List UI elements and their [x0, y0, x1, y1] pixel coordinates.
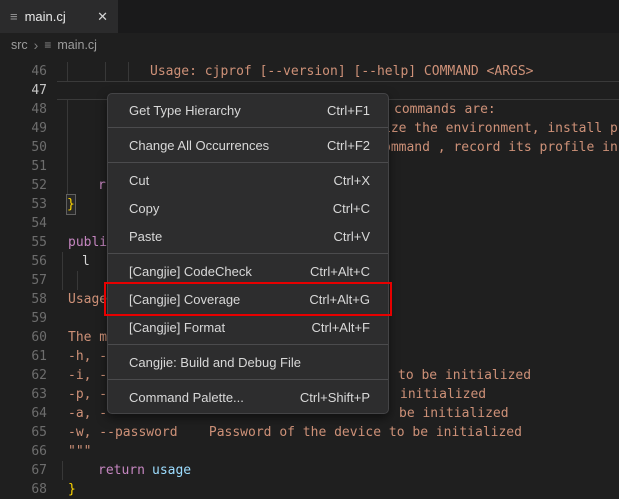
menu-item-change-all-occurrences[interactable]: Change All Occurrences Ctrl+F2 — [108, 131, 388, 159]
code-text: -w, --password Password of the device to… — [68, 423, 522, 442]
gutter-line-number: 48 — [0, 100, 47, 119]
menu-separator — [108, 344, 388, 345]
indent-guide — [67, 100, 68, 119]
gutter-line-number: 60 — [0, 328, 47, 347]
menu-item-paste[interactable]: Paste Ctrl+V — [108, 222, 388, 250]
menu-item-get-type-hierarchy[interactable]: Get Type Hierarchy Ctrl+F1 — [108, 96, 388, 124]
menu-item-label: Cangjie: Build and Debug File — [129, 355, 301, 370]
context-menu: Get Type Hierarchy Ctrl+F1 Change All Occu… — [107, 93, 389, 414]
indent-guide — [67, 138, 68, 157]
gutter-line-number: 54 — [0, 214, 47, 233]
code-text: be initialized — [399, 404, 509, 423]
gutter-line-number: 59 — [0, 309, 47, 328]
indent-guide — [67, 119, 68, 138]
menu-item-label: [Cangjie] Coverage — [129, 292, 240, 307]
gutter-line-number: 55 — [0, 233, 47, 252]
code-text: The m — [68, 328, 107, 347]
menu-item-cangjie-format[interactable]: [Cangjie] Format Ctrl+Alt+F — [108, 313, 388, 341]
menu-item-label: [Cangjie] CodeCheck — [129, 264, 252, 279]
vscode-window: ≡ main.cj ✕ src › ≡ main.cj 46Usage: cjp… — [0, 0, 619, 490]
menu-item-shortcut: Ctrl+C — [333, 201, 370, 216]
indent-guide — [62, 271, 63, 290]
gutter-line-number: 64 — [0, 404, 47, 423]
menu-item-shortcut: Ctrl+Alt+G — [309, 292, 370, 307]
gutter-line-number: 56 — [0, 252, 47, 271]
gutter-line-number: 52 — [0, 176, 47, 195]
gutter-line-number: 58 — [0, 290, 47, 309]
menu-separator — [108, 379, 388, 380]
menu-item-cangjie-codecheck[interactable]: [Cangjie] CodeCheck Ctrl+Alt+C — [108, 257, 388, 285]
code-text: initialized — [400, 385, 486, 404]
code-text: -a, - — [68, 404, 107, 423]
code-text: ommand , record its profile in — [383, 138, 618, 157]
menu-item-command-palette[interactable]: Command Palette... Ctrl+Shift+P — [108, 383, 388, 411]
gutter-line-number: 65 — [0, 423, 47, 442]
code-text: return — [98, 461, 145, 480]
code-text: } — [67, 195, 75, 214]
gutter-line-number: 66 — [0, 442, 47, 461]
gutter-line-number: 51 — [0, 157, 47, 176]
gutter-line-number: 62 — [0, 366, 47, 385]
menu-item-label: Cut — [129, 173, 149, 188]
gutter-line-number: 53 — [0, 195, 47, 214]
menu-separator — [108, 162, 388, 163]
code-text: commands are: — [394, 100, 496, 119]
menu-item-cangjie-build-and-debug-file[interactable]: Cangjie: Build and Debug File — [108, 348, 388, 376]
menu-separator — [108, 253, 388, 254]
code-text: r — [98, 176, 106, 195]
menu-item-label: Get Type Hierarchy — [129, 103, 241, 118]
indent-guide — [67, 62, 68, 81]
indent-guide — [62, 461, 63, 480]
menu-item-shortcut: Ctrl+V — [334, 229, 370, 244]
gutter-line-number: 63 — [0, 385, 47, 404]
indent-guide — [105, 62, 106, 81]
menu-item-shortcut: Ctrl+Alt+F — [311, 320, 370, 335]
indent-guide — [67, 157, 68, 176]
menu-item-shortcut: Ctrl+Alt+C — [310, 264, 370, 279]
menu-item-cut[interactable]: Cut Ctrl+X — [108, 166, 388, 194]
menu-item-shortcut: Ctrl+F2 — [327, 138, 370, 153]
gutter-line-number: 49 — [0, 119, 47, 138]
menu-item-label: [Cangjie] Format — [129, 320, 225, 335]
code-text: Usage: cjprof [--version] [--help] COMMA… — [150, 62, 534, 81]
gutter-line-number: 57 — [0, 271, 47, 290]
menu-item-label: Paste — [129, 229, 162, 244]
gutter-line-number: 47 — [0, 81, 47, 100]
menu-item-shortcut: Ctrl+F1 — [327, 103, 370, 118]
indent-guide — [62, 252, 63, 271]
menu-item-label: Command Palette... — [129, 390, 244, 405]
indent-guide — [77, 271, 78, 290]
code-text: -i, - — [68, 366, 107, 385]
code-text: publi — [68, 233, 107, 252]
code-text: ize the environment, install p — [383, 119, 618, 138]
gutter-line-number: 67 — [0, 461, 47, 480]
code-text: usage — [152, 461, 191, 480]
gutter-line-number: 61 — [0, 347, 47, 366]
code-text: """ — [68, 442, 91, 461]
indent-guide — [128, 62, 129, 81]
code-text: to be initialized — [398, 366, 531, 385]
menu-item-cangjie-coverage[interactable]: [Cangjie] Coverage Ctrl+Alt+G — [108, 285, 388, 313]
menu-item-shortcut: Ctrl+X — [334, 173, 370, 188]
code-text: -p, - — [68, 385, 107, 404]
menu-item-shortcut: Ctrl+Shift+P — [300, 390, 370, 405]
menu-item-label: Change All Occurrences — [129, 138, 269, 153]
code-text: l — [82, 252, 90, 271]
gutter-line-number: 46 — [0, 62, 47, 81]
indent-guide — [67, 176, 68, 195]
menu-item-copy[interactable]: Copy Ctrl+C — [108, 194, 388, 222]
menu-item-label: Copy — [129, 201, 159, 216]
code-text: Usage — [68, 290, 107, 309]
code-text: -h, - — [68, 347, 107, 366]
menu-separator — [108, 127, 388, 128]
gutter-line-number: 50 — [0, 138, 47, 157]
